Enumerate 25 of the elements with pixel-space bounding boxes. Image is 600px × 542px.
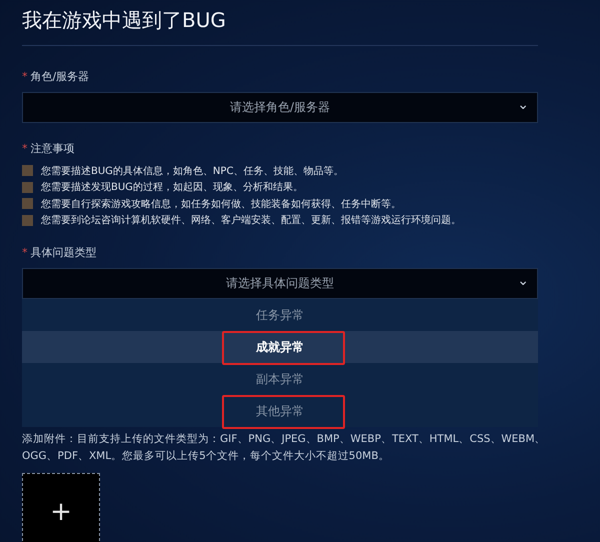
dropdown-option[interactable]: 成就异常: [22, 331, 538, 363]
attachment-hint: 添加附件：目前支持上传的文件类型为：GIF、PNG、JPEG、BMP、WEBP、TEXT、HTML、CSS、WEBM、OGG、PDF、XML。您最多可以上传5个文件，每个文件大小不超过50MB。: [22, 432, 547, 464]
caret-icon: ⌄: [517, 273, 529, 289]
required-mark: *: [22, 70, 28, 83]
page-title: 我在游戏中遇到了BUG: [22, 7, 227, 34]
field-label: 具体问题类型: [30, 246, 96, 259]
notice-text: 您需要自行探索游戏攻略信息，如任务如何做、技能装备如何获得、任务中断等。: [41, 198, 401, 211]
issue-type-select[interactable]: 请选择具体问题类型 ⌄: [22, 268, 538, 299]
required-mark: *: [22, 246, 28, 259]
required-mark: *: [22, 142, 28, 155]
checkbox[interactable]: [22, 182, 33, 193]
checkbox[interactable]: [22, 214, 33, 226]
checkbox[interactable]: [22, 165, 33, 176]
field-label: 角色/服务器: [30, 70, 90, 83]
dropdown-option[interactable]: 副本异常: [22, 363, 538, 395]
role-select[interactable]: 请选择角色/服务器 ⌄: [22, 92, 538, 123]
field-label: 注意事项: [30, 142, 74, 155]
caret-icon: ⌄: [517, 97, 529, 113]
upload-button[interactable]: +: [22, 473, 100, 542]
checkbox[interactable]: [22, 198, 33, 210]
notice-text: 您需要描述发现BUG的过程，如起因、现象、分析和结果。: [41, 180, 303, 194]
dropdown-option[interactable]: 其他异常: [22, 395, 538, 427]
notice-text: 您需要到论坛咨询计算机软硬件、网络、客户端安装、配置、更新、报错等游戏运行环境问题。: [41, 214, 461, 228]
notice-text: 您需要描述BUG的具体信息，如角色、NPC、任务、技能、物品等。: [41, 164, 344, 178]
dropdown-option[interactable]: 任务异常: [22, 299, 538, 331]
